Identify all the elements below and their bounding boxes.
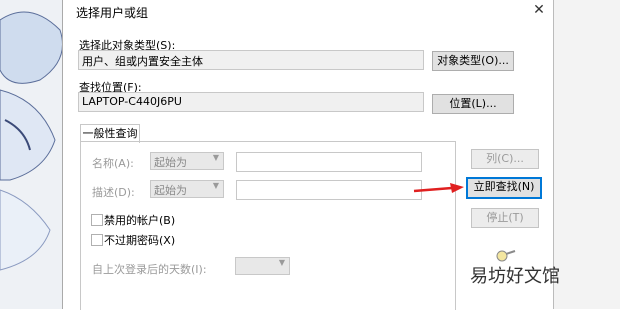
close-icon[interactable]: ✕ [530,2,548,18]
disabled-accounts-checkbox[interactable] [91,214,103,226]
search-animation-icon [496,250,516,262]
disabled-accounts-label: 禁用的帐户(B) [104,214,176,227]
chevron-down-icon: ▼ [212,181,219,190]
red-arrow-annotation [413,183,464,193]
days-since-login-select[interactable]: ▼ [235,257,290,275]
name-match-value: 起始为 [154,156,187,169]
find-now-button[interactable]: 立即查找(N) [466,177,542,199]
watermark-text: 易坊好文馆 [470,266,560,287]
stop-button[interactable]: 停止(T) [471,208,539,228]
description-match-select[interactable]: 起始为 ▼ [150,180,224,198]
description-input[interactable] [236,180,422,200]
name-label: 名称(A): [92,157,134,170]
background-window-right [552,0,620,309]
dialog-title: 选择用户或组 [76,6,149,20]
locations-button[interactable]: 位置(L)... [432,94,514,114]
anime-illustration [0,11,63,271]
columns-button[interactable]: 列(C)... [471,149,539,169]
description-label: 描述(D): [92,186,135,199]
object-types-button[interactable]: 对象类型(O)... [432,51,514,71]
chevron-down-icon: ▼ [212,153,219,162]
non-expiring-password-checkbox[interactable] [91,234,103,246]
description-match-value: 起始为 [154,184,187,197]
non-expiring-password-label: 不过期密码(X) [104,234,176,247]
location-field: LAPTOP-C440J6PU [78,92,424,112]
name-input[interactable] [236,152,422,172]
object-type-field: 用户、组或内置安全主体 [78,50,424,70]
name-match-select[interactable]: 起始为 ▼ [150,152,224,170]
days-since-login-label: 自上次登录后的天数(I): [92,263,207,276]
background-art-left [0,0,70,309]
chevron-down-icon: ▼ [278,258,285,267]
